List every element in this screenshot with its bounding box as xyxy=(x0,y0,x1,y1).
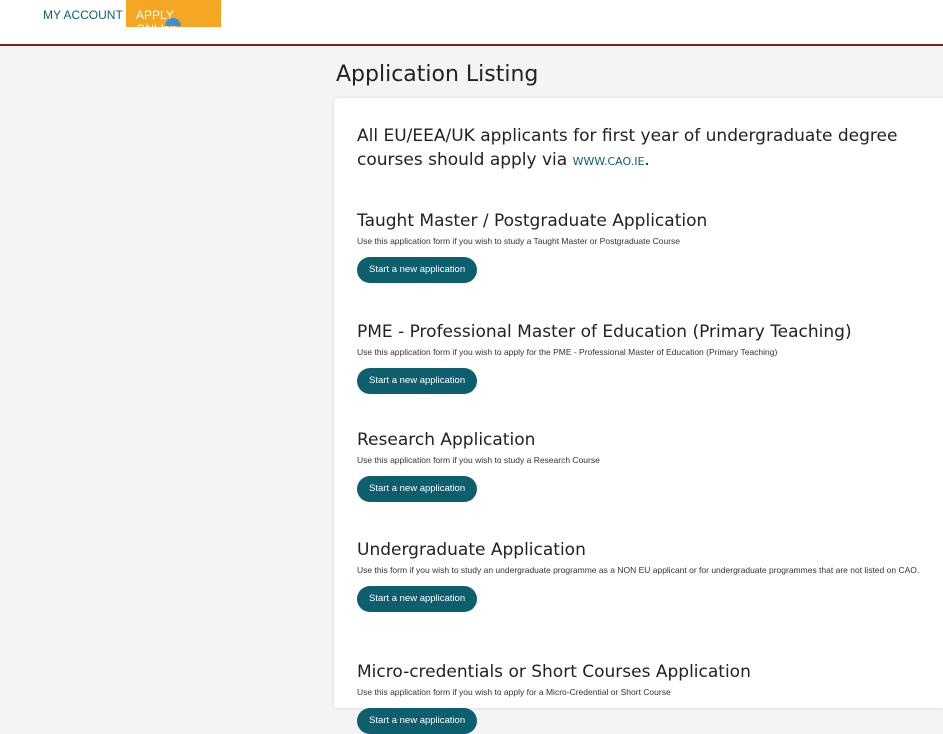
page-title: Application Listing xyxy=(336,62,539,87)
intro-end: . xyxy=(644,150,650,170)
nav-apply-online-tab[interactable]: APPLY ONLINE xyxy=(126,0,221,36)
start-research-application-button[interactable]: Start a new application xyxy=(357,476,478,502)
section-title: Research Application xyxy=(357,430,536,450)
section-description: Use this application form if you wish to… xyxy=(357,347,778,357)
section-taught-master: Taught Master / Postgraduate Application… xyxy=(357,210,932,283)
section-description: Use this form if you wish to study an un… xyxy=(357,565,920,575)
application-listing-card: All EU/EEA/UK applicants for first year … xyxy=(334,98,943,734)
section-title: Micro-credentials or Short Courses Appli… xyxy=(357,662,751,682)
section-description: Use this application form if you wish to… xyxy=(357,236,681,246)
section-micro-credentials: Micro-credentials or Short Courses Appli… xyxy=(357,661,932,734)
section-description: Use this application form if you wish to… xyxy=(357,687,671,697)
start-undergraduate-application-button[interactable]: Start a new application xyxy=(357,586,478,612)
section-title: Taught Master / Postgraduate Application xyxy=(357,211,708,231)
start-pme-application-button[interactable]: Start a new application xyxy=(357,368,478,394)
section-pme: PME - Professional Master of Education (… xyxy=(357,321,932,394)
section-undergraduate: Undergraduate Application Use this form … xyxy=(357,539,932,612)
section-description: Use this application form if you wish to… xyxy=(357,455,600,465)
start-micro-credentials-application-button[interactable]: Start a new application xyxy=(357,708,478,734)
start-taught-master-application-button[interactable]: Start a new application xyxy=(357,257,478,283)
nav-my-account-link[interactable]: MY ACCOUNT xyxy=(43,8,123,22)
top-navigation-bar: MY ACCOUNT APPLY ONLINE xyxy=(0,0,943,46)
section-title: PME - Professional Master of Education (… xyxy=(357,322,852,342)
intro-notice: All EU/EEA/UK applicants for first year … xyxy=(357,124,917,174)
cao-link[interactable]: WWW.CAO.IE xyxy=(573,155,645,168)
section-research: Research Application Use this applicatio… xyxy=(357,429,932,502)
section-title: Undergraduate Application xyxy=(357,540,586,560)
